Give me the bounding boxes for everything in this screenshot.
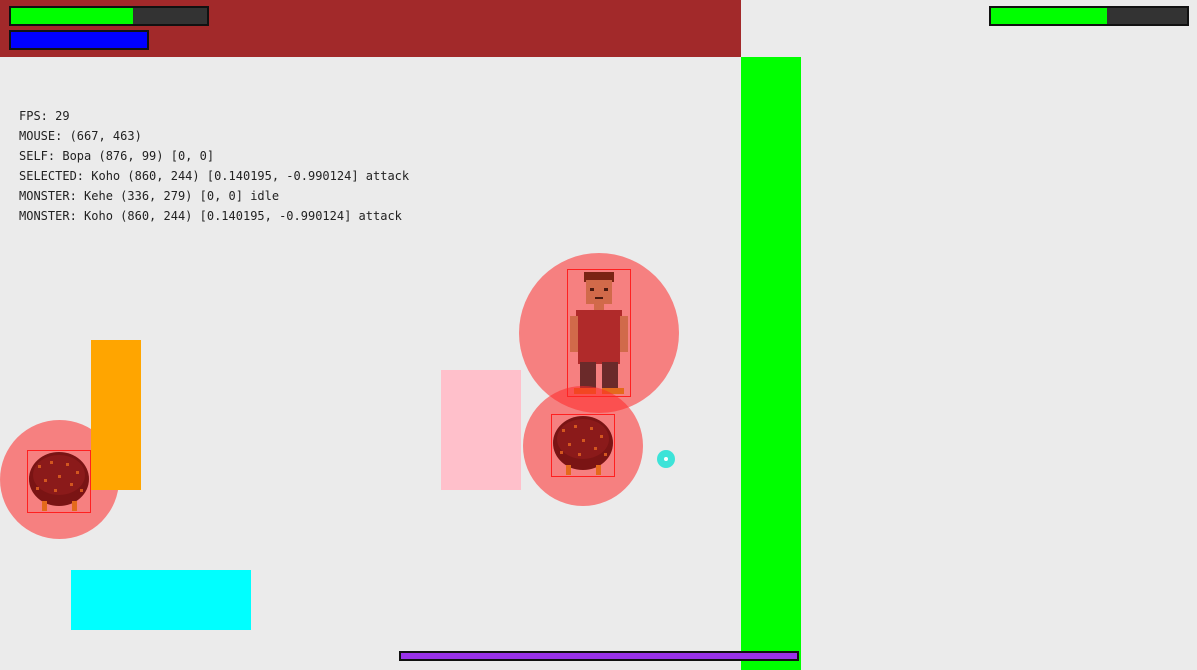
debug-overlay: FPS: 29 MOUSE: (667, 463) SELF: Bopa (876,… (19, 106, 409, 226)
cast-progress-bar (399, 651, 799, 661)
player-mana-bar (9, 30, 149, 50)
pink-obstacle (441, 370, 521, 490)
debug-monster-koho: MONSTER: Koho (860, 244) [0.140195, -0.9… (19, 209, 402, 223)
furry-monster-icon (29, 452, 89, 511)
player-health-fill (11, 8, 133, 24)
wall-obstacle (741, 57, 801, 670)
player-bopa[interactable] (567, 269, 631, 397)
orange-obstacle (91, 340, 141, 490)
player-health-bar (9, 6, 209, 26)
target-health-bar (989, 6, 1189, 26)
monster-kehe[interactable] (27, 450, 91, 513)
player-mana-fill (11, 32, 147, 48)
debug-selected: SELECTED: Koho (860, 244) [0.140195, -0.… (19, 169, 410, 183)
debug-self: SELF: Bopa (876, 99) [0, 0] (19, 149, 215, 163)
monster-koho[interactable] (551, 414, 615, 477)
cursor-target-marker (657, 450, 675, 468)
target-health-fill (991, 8, 1107, 24)
cyan-obstacle (71, 570, 251, 630)
player-character-icon (570, 272, 628, 394)
debug-mouse: MOUSE: (667, 463) (19, 129, 142, 143)
debug-fps: FPS: 29 (19, 109, 70, 123)
debug-monster-kehe: MONSTER: Kehe (336, 279) [0, 0] idle (19, 189, 280, 203)
furry-monster-icon (553, 416, 613, 475)
